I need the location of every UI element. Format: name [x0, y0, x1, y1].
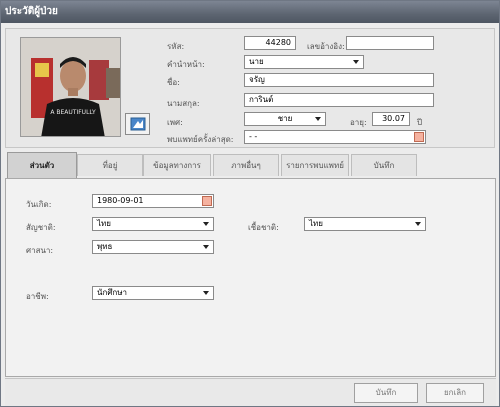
window-title: ประวัติผู้ป่วย — [1, 1, 499, 23]
patient-header-panel: A BEAUTIFULLY รหัส: 44280 เลขอ้างอิง: คำ… — [5, 28, 495, 148]
age-unit: ปี — [417, 118, 423, 127]
chevron-down-icon[interactable] — [200, 241, 212, 253]
last-visit-value: - - — [249, 132, 258, 141]
edit-photo-icon — [130, 117, 145, 131]
tab-notes[interactable]: บันทึก — [351, 154, 417, 176]
save-button[interactable]: บันทึก — [354, 383, 418, 403]
race-select[interactable]: ไทย — [304, 217, 426, 231]
nationality-value: ไทย — [97, 219, 111, 228]
chevron-down-icon[interactable] — [412, 218, 424, 230]
tab-address[interactable]: ที่อยู่ — [77, 154, 143, 176]
patient-photo-image: A BEAUTIFULLY — [21, 38, 120, 136]
chevron-down-icon[interactable] — [200, 218, 212, 230]
footer-bar: บันทึก ยกเลิก — [5, 378, 496, 406]
sex-label: เพศ: — [167, 118, 183, 127]
race-label: เชื้อชาติ: — [248, 223, 279, 232]
chevron-down-icon[interactable] — [350, 56, 362, 68]
calendar-icon[interactable] — [202, 196, 212, 206]
race-value: ไทย — [309, 219, 323, 228]
birth-value: 1980-09-01 — [97, 196, 144, 205]
tab-bar: ส่วนตัว ที่อยู่ ข้อมูลทางการแพทย์ ภาพอื่… — [7, 152, 497, 192]
tab-personal[interactable]: ส่วนตัว — [7, 152, 77, 178]
last-visit-date-field[interactable]: - - — [244, 130, 426, 144]
firstname-label: ชื่อ: — [167, 78, 180, 87]
change-photo-button[interactable] — [125, 113, 150, 135]
birth-date-field[interactable]: 1980-09-01 — [92, 194, 214, 208]
patient-history-window: ประวัติผู้ป่วย A BEAUTIFULLY รหัส: 44280… — [0, 0, 500, 407]
code-field[interactable]: 44280 — [244, 36, 296, 50]
religion-value: พุทธ — [97, 242, 113, 251]
tab-visit-list[interactable]: รายการพบแพทย์ — [281, 154, 349, 176]
patient-photo: A BEAUTIFULLY — [20, 37, 121, 137]
last-visit-label: พบแพทย์ครั้งล่าสุด: — [167, 135, 234, 144]
sex-select[interactable]: ชาย — [244, 112, 326, 126]
code-label: รหัส: — [167, 42, 185, 51]
prefix-label: คำนำหน้า: — [167, 60, 205, 69]
age-field[interactable]: 30.07 — [372, 112, 410, 126]
photo-shirt-text: A BEAUTIFULLY — [50, 109, 96, 116]
tab-medical-info[interactable]: ข้อมูลทางการแพทย์ — [143, 154, 211, 192]
lastname-label: นามสกุล: — [167, 99, 200, 108]
personal-panel: วันเกิด: 1980-09-01 สัญชาติ: ไทย เชื้อชา… — [5, 178, 496, 377]
religion-select[interactable]: พุทธ — [92, 240, 214, 254]
prefix-select[interactable]: นาย — [244, 55, 364, 69]
religion-label: ศาสนา: — [26, 246, 54, 255]
firstname-field[interactable]: จรัญ — [244, 73, 434, 87]
reference-label: เลขอ้างอิง: — [307, 42, 345, 51]
age-label: อายุ: — [350, 118, 367, 127]
tab-other-images[interactable]: ภาพอื่นๆ — [213, 154, 279, 176]
nationality-select[interactable]: ไทย — [92, 217, 214, 231]
occupation-select[interactable]: นักศึกษา — [92, 286, 214, 300]
cancel-button[interactable]: ยกเลิก — [426, 383, 484, 403]
lastname-field[interactable]: การินต์ — [244, 93, 434, 107]
chevron-down-icon[interactable] — [312, 113, 324, 125]
birth-label: วันเกิด: — [26, 200, 52, 209]
nationality-label: สัญชาติ: — [26, 223, 56, 232]
occupation-label: อาชีพ: — [26, 292, 49, 301]
occupation-value: นักศึกษา — [97, 288, 127, 297]
reference-field[interactable] — [346, 36, 434, 50]
prefix-value: นาย — [249, 57, 264, 66]
calendar-icon[interactable] — [414, 132, 424, 142]
sex-value: ชาย — [277, 114, 293, 123]
chevron-down-icon[interactable] — [200, 287, 212, 299]
